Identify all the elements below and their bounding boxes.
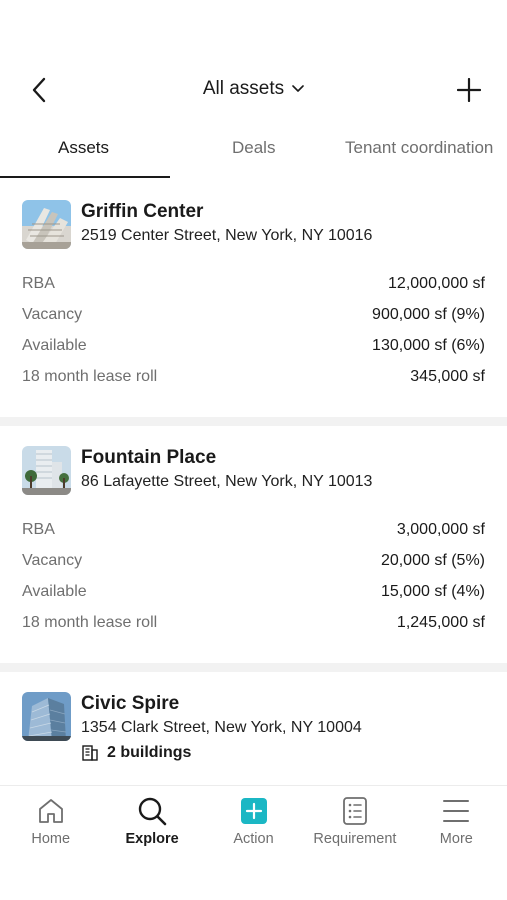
asset-card[interactable]: Fountain Place 86 Lafayette Street, New … bbox=[0, 426, 507, 663]
stat-row-vacancy: Vacancy 900,000 sf (9%) bbox=[22, 306, 485, 337]
stat-value: 15,000 sf (4%) bbox=[380, 583, 485, 600]
nav-more[interactable]: More bbox=[406, 786, 507, 857]
plus-icon bbox=[457, 78, 481, 102]
bottom-navigation: Home Explore Action Requirement More bbox=[0, 785, 507, 857]
stat-row-available: Available 15,000 sf (4%) bbox=[22, 583, 485, 614]
stat-value: 345,000 sf bbox=[410, 368, 485, 385]
active-tab-indicator bbox=[0, 176, 170, 178]
nav-label: Requirement bbox=[313, 831, 397, 847]
stat-value: 12,000,000 sf bbox=[388, 275, 485, 292]
stat-label: 18 month lease roll bbox=[22, 368, 158, 385]
asset-thumbnail bbox=[22, 200, 71, 249]
asset-name: Fountain Place bbox=[81, 447, 217, 468]
tab-deals[interactable]: Deals bbox=[232, 138, 275, 158]
buildings-count: 2 buildings bbox=[81, 740, 362, 766]
home-icon bbox=[38, 799, 63, 823]
stat-label: Available bbox=[22, 583, 87, 600]
stat-value: 20,000 sf (5%) bbox=[380, 552, 485, 569]
tab-tenant-coordination[interactable]: Tenant coordination bbox=[345, 138, 493, 158]
asset-list[interactable]: Griffin Center 2519 Center Street, New Y… bbox=[0, 180, 507, 785]
action-plus-icon bbox=[240, 798, 267, 824]
asset-stats: RBA 3,000,000 sf Vacancy 20,000 sf (5%) … bbox=[22, 521, 485, 645]
asset-card[interactable]: Civic Spire 1354 Clark Street, New York,… bbox=[0, 672, 507, 785]
asset-card-header[interactable]: Civic Spire 1354 Clark Street, New York,… bbox=[22, 692, 485, 766]
requirement-list-icon bbox=[343, 797, 367, 825]
stat-label: RBA bbox=[22, 521, 55, 538]
stat-label: Vacancy bbox=[22, 306, 83, 323]
stat-row-lease-roll: 18 month lease roll 345,000 sf bbox=[22, 368, 485, 399]
nav-requirement[interactable]: Requirement bbox=[304, 786, 405, 857]
asset-card-header[interactable]: Griffin Center 2519 Center Street, New Y… bbox=[22, 200, 485, 249]
search-icon bbox=[138, 797, 167, 826]
stat-label: 18 month lease roll bbox=[22, 614, 158, 631]
stat-value: 130,000 sf (6%) bbox=[372, 337, 485, 354]
asset-address: 86 Lafayette Street, New York, NY 10013 bbox=[81, 473, 373, 490]
stat-row-rba: RBA 3,000,000 sf bbox=[22, 521, 485, 552]
page-title: All assets bbox=[202, 78, 285, 99]
stat-value: 1,245,000 sf bbox=[396, 614, 485, 631]
asset-name: Griffin Center bbox=[81, 201, 204, 222]
stat-label: RBA bbox=[22, 275, 55, 292]
nav-action[interactable]: Action bbox=[203, 786, 304, 857]
stat-row-vacancy: Vacancy 20,000 sf (5%) bbox=[22, 552, 485, 583]
asset-filter-dropdown[interactable]: All assets bbox=[0, 78, 507, 100]
stat-label: Available bbox=[22, 337, 87, 354]
stat-row-lease-roll: 18 month lease roll 1,245,000 sf bbox=[22, 614, 485, 645]
asset-stats: RBA 12,000,000 sf Vacancy 900,000 sf (9%… bbox=[22, 275, 485, 399]
asset-name: Civic Spire bbox=[81, 693, 180, 714]
asset-address: 2519 Center Street, New York, NY 10016 bbox=[81, 227, 373, 244]
building-icon bbox=[82, 745, 98, 761]
nav-explore[interactable]: Explore bbox=[101, 786, 202, 857]
nav-label: More bbox=[439, 831, 473, 847]
nav-label: Action bbox=[233, 831, 274, 847]
stat-value: 3,000,000 sf bbox=[396, 521, 485, 538]
asset-card-header[interactable]: Fountain Place 86 Lafayette Street, New … bbox=[22, 446, 485, 495]
stat-value: 900,000 sf (9%) bbox=[372, 306, 485, 323]
asset-address: 1354 Clark Street, New York, NY 10004 bbox=[81, 719, 362, 736]
asset-card[interactable]: Griffin Center 2519 Center Street, New Y… bbox=[0, 180, 507, 417]
nav-label: Explore bbox=[125, 831, 179, 847]
stat-row-available: Available 130,000 sf (6%) bbox=[22, 337, 485, 368]
menu-icon bbox=[443, 800, 470, 822]
tab-bar: Assets Deals Tenant coordination bbox=[0, 132, 507, 180]
nav-home[interactable]: Home bbox=[0, 786, 101, 857]
chevron-down-icon bbox=[292, 85, 304, 92]
add-asset-button[interactable] bbox=[455, 76, 483, 104]
stat-label: Vacancy bbox=[22, 552, 83, 569]
asset-thumbnail bbox=[22, 446, 71, 495]
asset-thumbnail bbox=[22, 692, 71, 741]
tab-assets[interactable]: Assets bbox=[58, 138, 109, 158]
top-bar: All assets bbox=[0, 66, 507, 114]
stat-row-rba: RBA 12,000,000 sf bbox=[22, 275, 485, 306]
nav-label: Home bbox=[31, 831, 71, 847]
buildings-label: 2 buildings bbox=[107, 744, 192, 761]
